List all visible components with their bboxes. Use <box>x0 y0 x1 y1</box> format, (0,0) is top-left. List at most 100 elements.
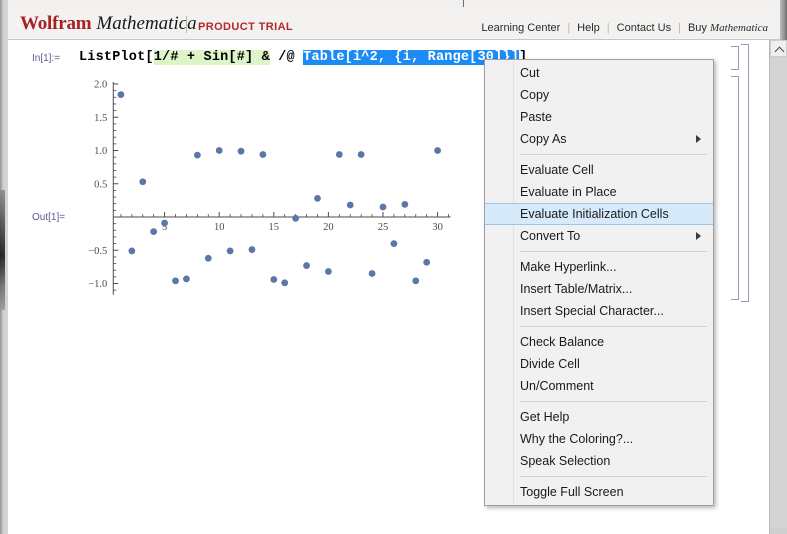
data-point <box>390 240 398 248</box>
y-axis-tick-label: 0.5 <box>94 179 107 190</box>
notebook-scrollbar[interactable] <box>769 40 787 534</box>
header-divider <box>186 16 187 33</box>
desktop-edge-artifact <box>0 190 5 310</box>
context-menu-item-evaluate-initialization-cells[interactable]: Evaluate Initialization Cells <box>485 203 713 225</box>
data-point <box>368 270 376 277</box>
data-point <box>259 151 267 158</box>
list-plot[interactable]: −1.0 −0.5 0.5 1.0 1.5 2.0 5 10 15 20 25 30 <box>62 74 482 304</box>
nav-buy-label: Buy <box>687 22 710 34</box>
y-axis-tick-label: 1.0 <box>94 146 107 157</box>
data-point <box>412 277 420 285</box>
scrollbar-thumb[interactable] <box>770 58 787 528</box>
app-window: Wolfram Mathematica PRODUCT TRIAL Learnin… <box>0 0 787 534</box>
group-cell-bracket[interactable] <box>741 44 749 302</box>
context-menu-item-copy-as[interactable]: Copy As <box>485 128 713 150</box>
wolfram-logo[interactable]: Wolfram Mathematica <box>20 13 197 35</box>
y-axis-tick-label: 1.5 <box>94 113 107 124</box>
data-point <box>335 151 343 158</box>
context-menu-item-label: Make Hyperlink... <box>520 260 617 274</box>
data-point <box>401 200 409 208</box>
context-menu-item-label: Speak Selection <box>520 454 611 468</box>
data-point <box>270 276 278 283</box>
data-point <box>215 147 223 154</box>
context-menu-item-label: Cut <box>520 66 540 80</box>
x-axis-tick-label: 25 <box>378 222 389 233</box>
context-menu-item-label: Evaluate Initialization Cells <box>520 207 669 221</box>
code-highlighted-function: 1/# + Sin[#] & <box>153 50 270 65</box>
context-menu-item-label: Insert Table/Matrix... <box>520 282 633 296</box>
submenu-arrow-icon <box>696 135 701 143</box>
context-menu-item-get-help[interactable]: Get Help <box>485 406 713 428</box>
context-menu-item-label: Evaluate in Place <box>520 185 617 199</box>
y-axis-tick-label: −0.5 <box>88 246 107 257</box>
data-point <box>226 247 234 255</box>
context-menu-item-label: Evaluate Cell <box>520 163 594 177</box>
data-point <box>303 262 310 269</box>
data-point <box>204 254 212 262</box>
context-menu-item-insert-table-matrix[interactable]: Insert Table/Matrix... <box>485 278 713 300</box>
context-menu-item-paste[interactable]: Paste <box>485 106 713 128</box>
app-header: Wolfram Mathematica PRODUCT TRIAL Learnin… <box>8 9 780 40</box>
context-menu-separator <box>520 401 707 402</box>
context-menu-item-cut[interactable]: Cut <box>485 62 713 84</box>
top-strip-tick <box>463 0 464 7</box>
nav-separator: | <box>567 22 571 34</box>
data-point <box>314 194 321 202</box>
output-cell-label: Out[1]= <box>32 212 66 223</box>
context-menu-item-evaluate-cell[interactable]: Evaluate Cell <box>485 159 713 181</box>
data-point <box>423 258 431 266</box>
context-menu-item-copy[interactable]: Copy <box>485 84 713 106</box>
x-axis-tick-label: 30 <box>432 222 443 233</box>
product-trial-badge: PRODUCT TRIAL <box>198 21 294 33</box>
context-menu[interactable]: Cut Copy Paste Copy As Evaluate Cell Evaluate… <box>484 59 714 506</box>
context-menu-item-label: Why the Coloring?... <box>520 432 634 446</box>
nav-learning-center[interactable]: Learning Center <box>481 22 560 34</box>
scroll-up-icon[interactable] <box>770 40 787 57</box>
data-point <box>139 178 147 186</box>
brand-mathematica: Mathematica <box>96 13 197 34</box>
data-point <box>292 214 300 222</box>
data-point <box>150 228 158 236</box>
context-menu-item-check-balance[interactable]: Check Balance <box>485 331 713 353</box>
data-point <box>193 151 201 159</box>
context-menu-item-insert-special-character[interactable]: Insert Special Character... <box>485 300 713 322</box>
x-axis-tick-label: 20 <box>323 222 334 233</box>
nav-contact-us[interactable]: Contact Us <box>617 22 671 34</box>
context-menu-item-label: Toggle Full Screen <box>520 485 624 499</box>
context-menu-item-label: Convert To <box>520 229 581 243</box>
context-menu-item-un-comment[interactable]: Un/Comment <box>485 375 713 397</box>
data-point <box>172 277 179 285</box>
data-point <box>237 147 245 155</box>
context-menu-separator <box>520 251 707 252</box>
data-point <box>346 201 354 209</box>
input-cell-code[interactable]: ListPlot[1/# + Sin[#] & /@ Table[i^2, {i… <box>79 48 527 67</box>
context-menu-item-convert-to[interactable]: Convert To <box>485 225 713 247</box>
nav-buy-emphasis: Mathematica <box>709 22 768 34</box>
top-navigation: Learning Center | Help | Contact Us | Buy Math… <box>481 22 768 34</box>
data-point <box>248 246 256 253</box>
data-point <box>128 247 136 255</box>
context-menu-item-speak-selection[interactable]: Speak Selection <box>485 450 713 472</box>
y-axis-tick-label: 2.0 <box>94 80 107 91</box>
output-cell-bracket[interactable] <box>731 76 739 300</box>
data-point <box>379 203 387 211</box>
context-menu-item-why-the-coloring[interactable]: Why the Coloring?... <box>485 428 713 450</box>
data-point <box>183 275 190 283</box>
list-plot-svg[interactable]: −1.0−0.50.51.01.52.05 10 15 20 25 30 <box>62 74 482 304</box>
nav-separator: | <box>606 22 610 34</box>
input-cell-bracket[interactable] <box>731 46 739 70</box>
context-menu-item-make-hyperlink[interactable]: Make Hyperlink... <box>485 256 713 278</box>
data-point <box>117 91 125 99</box>
context-menu-separator <box>520 476 707 477</box>
context-menu-item-toggle-full-screen[interactable]: Toggle Full Screen <box>485 481 713 503</box>
data-point <box>161 219 168 227</box>
context-menu-item-evaluate-in-place[interactable]: Evaluate in Place <box>485 181 713 203</box>
context-menu-item-label: Paste <box>520 110 552 124</box>
nav-buy-mathematica[interactable]: Buy Mathematica <box>688 22 768 34</box>
context-menu-separator <box>520 154 707 155</box>
data-point <box>434 147 441 154</box>
context-menu-item-label: Check Balance <box>520 335 605 349</box>
data-point <box>325 268 332 275</box>
nav-help[interactable]: Help <box>577 22 600 34</box>
context-menu-item-divide-cell[interactable]: Divide Cell <box>485 353 713 375</box>
